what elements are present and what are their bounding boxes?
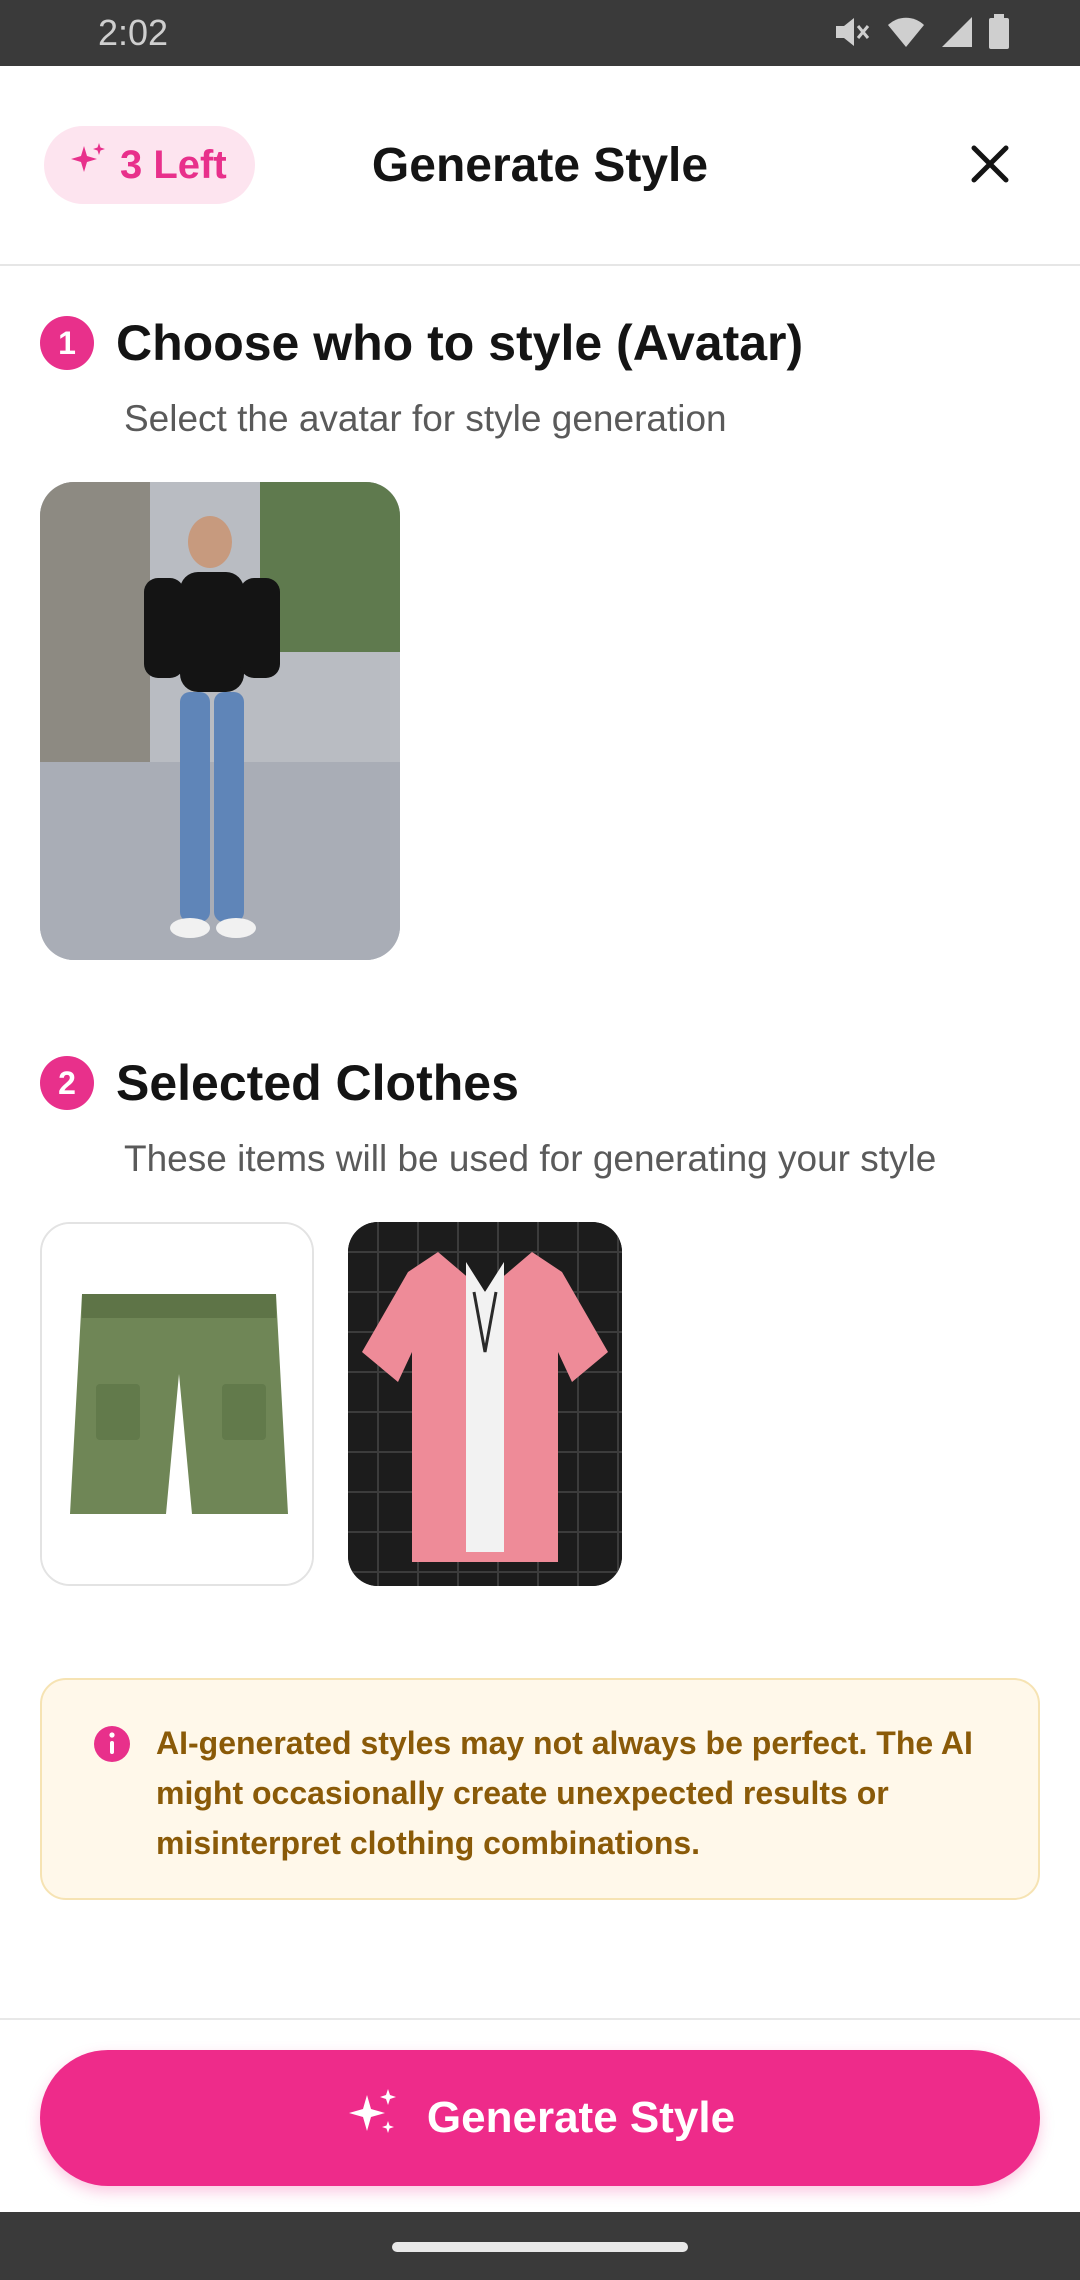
battery-icon — [988, 14, 1010, 50]
section-subtitle: Select the avatar for style generation — [124, 398, 727, 439]
bottom-action-bar: Generate Style — [0, 2018, 1080, 2212]
page-title: Generate Style — [371, 139, 709, 192]
close-button[interactable] — [966, 140, 1014, 188]
step-badge: 2 — [40, 1056, 94, 1110]
status-icons — [832, 14, 1010, 50]
shorts-image — [42, 1224, 312, 1584]
step-badge: 1 — [40, 316, 94, 370]
wifi-icon — [886, 15, 926, 49]
disclaimer-text: AI-generated styles may not always be pe… — [156, 1725, 973, 1861]
info-icon — [92, 1724, 132, 1769]
system-nav-bar — [0, 2212, 1080, 2280]
avatar-image — [40, 482, 400, 960]
clothes-section-header: 2 Selected Clothes — [40, 1054, 519, 1112]
generate-style-button[interactable]: Generate Style — [40, 2050, 1040, 2186]
mute-icon — [832, 14, 872, 50]
signal-icon — [940, 15, 974, 49]
generate-style-label: Generate Style — [426, 2093, 736, 2142]
shirt-image — [348, 1222, 622, 1586]
disclaimer-notice: AI-generated styles may not always be pe… — [40, 1678, 1040, 1900]
clothing-item[interactable] — [40, 1222, 314, 1586]
avatar-section-header: 1 Choose who to style (Avatar) — [40, 314, 803, 372]
status-bar: 2:02 — [0, 0, 1080, 66]
avatar-card[interactable] — [40, 482, 400, 960]
selected-clothes-list — [40, 1222, 622, 1586]
section-subtitle: These items will be used for generating … — [124, 1138, 937, 1179]
section-title: Selected Clothes — [116, 1055, 519, 1111]
home-indicator[interactable] — [392, 2242, 688, 2252]
sparkle-icon — [345, 2087, 401, 2150]
close-icon — [966, 145, 1014, 192]
header: 3 Left Generate Style — [0, 66, 1080, 266]
section-title: Choose who to style (Avatar) — [116, 315, 804, 371]
clothing-item[interactable] — [348, 1222, 622, 1586]
status-time: 2:02 — [98, 12, 169, 53]
